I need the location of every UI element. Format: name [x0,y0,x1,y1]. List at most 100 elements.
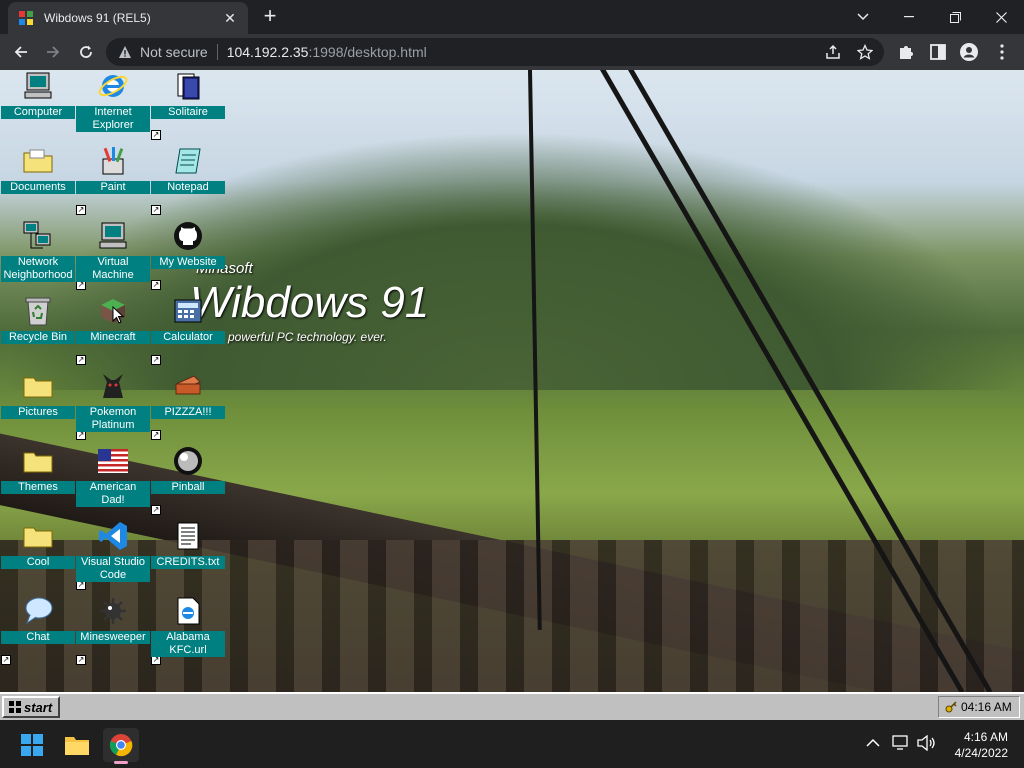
warning-icon[interactable] [118,45,132,59]
github-icon [174,222,202,250]
folder-icon [23,149,53,173]
desktop-icon-american-dad[interactable]: American Dad! [76,445,150,515]
desktop-icon-chat[interactable]: ↗ Chat [1,595,75,665]
close-window-button[interactable] [978,0,1024,34]
forward-button[interactable] [39,38,67,66]
desktop-icon-label: Pinball [151,481,225,494]
desktop-icon-label: Notepad [151,181,225,194]
share-icon[interactable] [825,44,841,60]
branding-tagline: powerful PC technology. ever. [228,330,387,344]
desktop-icon-minesweeper[interactable]: ↗ Minesweeper [76,595,150,665]
notepad-icon [175,148,201,174]
desktop-icon-notepad[interactable]: ↗ Notepad [151,145,225,215]
chat-bubble-icon [25,597,53,625]
folder-icon [23,377,53,398]
desktop-icon-themes[interactable]: Themes [1,445,75,515]
desktop-icon-solitaire[interactable]: ↗ Solitaire [151,70,225,140]
desktop-icon-my-website[interactable]: ↗ My Website [151,220,225,290]
desktop-icon-label: Documents [1,181,75,194]
shortcut-arrow-icon: ↗ [151,280,161,290]
desktop-icon-pokemon-platinum[interactable]: ↗ Pokemon Platinum [76,370,150,440]
extensions-puzzle-icon[interactable] [896,42,916,62]
desktop-icon-recycle-bin[interactable]: Recycle Bin [1,295,75,365]
tab-search-chevron-icon[interactable] [840,0,886,34]
minimize-button[interactable] [886,0,932,34]
reload-button[interactable] [72,38,100,66]
desktop-icon-virtual-machine[interactable]: ↗ Virtual Machine [76,220,150,290]
desktop-icon-computer[interactable]: Computer [1,70,75,140]
desktop-icon-alabama-kfc[interactable]: ↗ Alabama KFC.url [151,595,225,665]
desktop-icon-label: Solitaire [151,106,225,119]
network-monitor-icon[interactable] [892,735,910,751]
desktop-icon-calculator[interactable]: ↗ Calculator [151,295,225,365]
desktop-icon-label: Minecraft [76,331,150,344]
desktop-icon-label: Pictures [1,406,75,419]
active-app-indicator [114,761,128,764]
folder-icon [23,452,53,473]
file-explorer-button[interactable] [59,728,95,762]
security-label[interactable]: Not secure [140,44,208,60]
desktop-icon-label: CREDITS.txt [151,556,225,569]
tab-close-icon[interactable]: ✕ [222,10,238,27]
text-file-icon [177,522,199,550]
computer-icon [99,222,127,249]
desktop-icon-internet-explorer[interactable]: Internet Explorer [76,70,150,140]
desktop-icon-network-neighborhood[interactable]: Network Neighborhood [1,220,75,290]
desktop-icon-credits[interactable]: CREDITS.txt [151,520,225,590]
windows-start-button[interactable] [14,728,50,762]
cards-icon [177,73,200,100]
computer-icon [24,72,52,99]
kebab-menu-icon[interactable] [992,42,1012,62]
internet-shortcut-icon [177,597,200,625]
file-explorer-icon [65,737,89,755]
browser-tab-title: Wibdows 91 (REL5) [44,11,151,25]
desktop-icon-label: PIZZZA!!! [151,406,225,419]
url-path: :1998/desktop.html [308,44,427,60]
start-label: start [24,699,53,715]
profile-avatar-icon[interactable] [959,42,979,62]
chevron-up-icon[interactable] [866,738,880,748]
desktop[interactable]: Minasoft Wibdows 91 powerful PC technolo… [0,70,1024,692]
desktop-icon-label: Computer [1,106,75,119]
desktop-icon-paint[interactable]: ↗ Paint [76,145,150,215]
desktop-icon-label: Alabama KFC.url [151,631,225,657]
desktop-icon-pictures[interactable]: Pictures [1,370,75,440]
restore-button[interactable] [932,0,978,34]
shortcut-arrow-icon: ↗ [151,355,161,365]
side-panel-icon[interactable] [928,42,948,62]
internet-explorer-icon [98,75,128,97]
desktop-icon-label: My Website [151,256,225,269]
new-tab-button[interactable]: + [258,4,282,30]
chrome-icon [109,734,133,757]
desktop-icon-label: Network Neighborhood [1,256,75,282]
bookmark-star-icon[interactable] [857,44,873,60]
desktop-icon-documents[interactable]: Documents [1,145,75,215]
recycle-bin-icon [25,297,51,326]
address-divider [216,44,218,60]
chrome-taskbar-button[interactable] [103,728,139,764]
desktop-icon-cool[interactable]: Cool [1,520,75,590]
start-button[interactable]: start [2,696,60,718]
browser-toolbar: Not secure 104.192.2.35 :1998/desktop.ht… [0,34,1024,70]
desktop-icon-label: Paint [76,181,150,194]
shortcut-arrow-icon: ↗ [1,655,11,665]
desktop-icon-label: Internet Explorer [76,106,150,132]
desktop-icon-label: Themes [1,481,75,494]
desktop-icon-visual-studio-code[interactable]: ↗ Visual Studio Code [76,520,150,590]
browser-tab[interactable]: Wibdows 91 (REL5) ✕ [8,2,248,34]
desktop-icon-pinball[interactable]: ↗ Pinball [151,445,225,515]
back-button[interactable] [7,38,35,66]
mine-icon [100,598,126,624]
address-bar[interactable]: Not secure 104.192.2.35 :1998/desktop.ht… [106,38,884,66]
wibdows-favicon-icon [19,11,33,25]
desktop-icon-label: Virtual Machine [76,256,150,282]
key-icon[interactable] [945,701,957,713]
pizza-box-icon [175,375,201,395]
os-taskbar: 4:16 AM 4/24/2022 [0,720,1024,768]
shortcut-arrow-icon: ↗ [151,430,161,440]
start-logo-icon [9,701,21,713]
desktop-icon-pizzza[interactable]: ↗ PIZZZA!!! [151,370,225,440]
system-clock[interactable]: 4:16 AM 4/24/2022 [955,729,1008,761]
windows-logo-icon [21,734,43,756]
volume-icon[interactable] [916,735,936,751]
